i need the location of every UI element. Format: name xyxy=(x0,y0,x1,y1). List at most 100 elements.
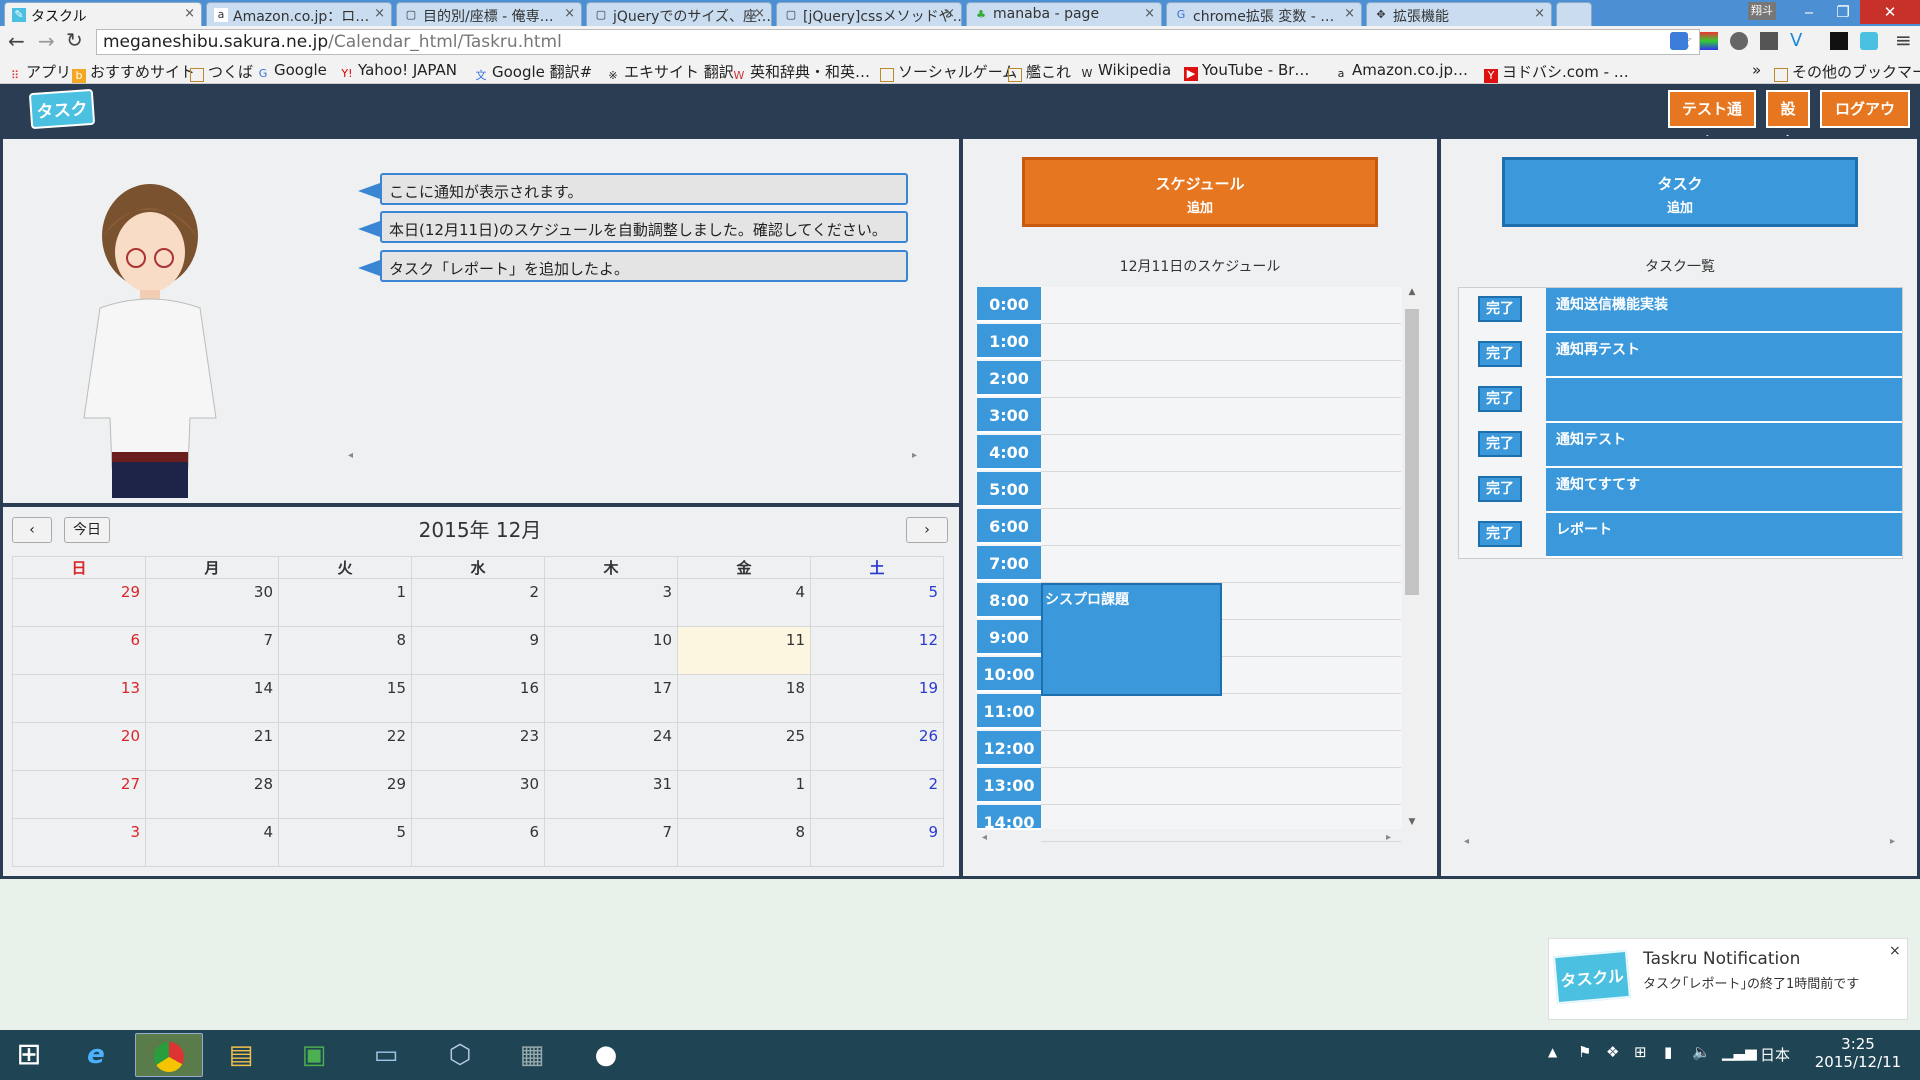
calendar-day-cell[interactable]: 4 xyxy=(677,578,811,627)
menu-icon[interactable]: ≡ xyxy=(1895,28,1912,52)
gamepad-extension-icon[interactable] xyxy=(1730,32,1748,50)
tab-jquery-size[interactable]: ▢ jQueryでのサイズ、座… × xyxy=(586,2,772,26)
logout-button[interactable]: ログアウト xyxy=(1820,90,1910,152)
calendar-day-cell[interactable]: 9 xyxy=(411,626,545,675)
bookmark-apps[interactable]: ⠿ アプリ xyxy=(8,61,71,83)
calendar-day-cell[interactable]: 7 xyxy=(544,818,678,867)
calendar-day-cell[interactable]: 7 xyxy=(145,626,279,675)
close-window-icon[interactable]: ✕ xyxy=(1860,0,1920,24)
calendar-prev-button[interactable]: ‹ xyxy=(12,517,52,543)
calendar-day-cell[interactable]: 2 xyxy=(411,578,545,627)
task-complete-button[interactable]: 完了 xyxy=(1478,296,1522,322)
calendar-day-cell[interactable]: 19 xyxy=(810,674,944,723)
tab-manaba[interactable]: ♣ manaba - page × xyxy=(966,2,1162,26)
bookmark-weblio[interactable]: W 英和辞典・和英… xyxy=(732,61,870,83)
calendar-day-cell[interactable]: 10 xyxy=(544,626,678,675)
schedule-scrollbar[interactable]: ▲ ▼ xyxy=(1403,287,1421,829)
tab-amazon[interactable]: a Amazon.co.jp：ロ… × xyxy=(206,2,392,26)
ime-indicator[interactable]: 日本 xyxy=(1760,1044,1790,1065)
task-complete-button[interactable]: 完了 xyxy=(1478,386,1522,412)
bookmark-google-translate[interactable]: 文 Google 翻訳# xyxy=(474,61,593,83)
calendar-day-cell[interactable]: 11 xyxy=(677,626,811,675)
black-extension-icon[interactable] xyxy=(1830,32,1848,50)
other-bookmarks[interactable]: その他のブックマーク xyxy=(1774,61,1920,82)
chrome-icon[interactable] xyxy=(135,1033,203,1077)
calendar-day-cell[interactable]: 6 xyxy=(411,818,545,867)
calendar-day-cell[interactable]: 29 xyxy=(12,578,146,627)
toast-close-icon[interactable]: × xyxy=(1889,943,1901,959)
reload-icon[interactable]: ↻ xyxy=(66,28,83,52)
flag-icon[interactable]: ⚑ xyxy=(1578,1043,1591,1061)
dropbox-icon[interactable]: ❖ xyxy=(1606,1043,1619,1061)
bookmark-amazon[interactable]: a Amazon.co.jp… xyxy=(1334,61,1468,81)
calendar-day-cell[interactable]: 4 xyxy=(145,818,279,867)
network-tool-icon[interactable]: ▦ xyxy=(498,1033,566,1077)
tab-jquery-css[interactable]: ▢ [jQuery]cssメソッドや… × xyxy=(776,2,962,26)
scrollbar-thumb[interactable] xyxy=(1405,309,1419,595)
bookmark-yodobashi[interactable]: Y ヨドバシ.com - … xyxy=(1484,61,1629,83)
volume-icon[interactable]: 🔈 xyxy=(1692,1043,1711,1061)
back-icon[interactable]: ← xyxy=(8,29,25,53)
calendar-day-cell[interactable]: 30 xyxy=(145,578,279,627)
scroll-left-icon[interactable]: ◂ xyxy=(1464,836,1469,847)
calendar-day-cell[interactable]: 15 xyxy=(278,674,412,723)
add-task-button[interactable]: タスク 追加 xyxy=(1502,157,1858,227)
address-bar[interactable]: meganeshibu.sakura.ne.jp/Calendar_html/T… xyxy=(96,29,1700,55)
calendar-day-cell[interactable]: 8 xyxy=(278,626,412,675)
github-icon[interactable]: ● xyxy=(572,1033,640,1077)
camera-extension-icon[interactable] xyxy=(1670,32,1688,50)
task-name[interactable]: 通知テスト xyxy=(1546,423,1902,468)
calendar-day-cell[interactable]: 22 xyxy=(278,722,412,771)
task-name[interactable] xyxy=(1546,378,1902,423)
bookmark-kancolle[interactable]: 艦これ xyxy=(1008,61,1071,82)
scroll-right-icon[interactable]: ▸ xyxy=(1386,832,1391,843)
scroll-right-icon[interactable]: ▸ xyxy=(1890,836,1895,847)
vue-extension-icon[interactable]: V xyxy=(1790,30,1802,51)
calendar-day-cell[interactable]: 6 xyxy=(12,626,146,675)
calendar-day-cell[interactable]: 1 xyxy=(677,770,811,819)
windows-tray-icon[interactable]: ⊞ xyxy=(1634,1043,1647,1061)
calendar-day-cell[interactable]: 17 xyxy=(544,674,678,723)
task-complete-button[interactable]: 完了 xyxy=(1478,521,1522,547)
calendar-day-cell[interactable]: 9 xyxy=(810,818,944,867)
calendar-day-cell[interactable]: 29 xyxy=(278,770,412,819)
task-name[interactable]: レポート xyxy=(1546,513,1902,558)
calendar-day-cell[interactable]: 1 xyxy=(278,578,412,627)
taskru-extension-icon[interactable] xyxy=(1860,32,1878,50)
close-tab-icon[interactable]: × xyxy=(1344,6,1355,21)
tab-taskru[interactable]: ✎ タスクル × xyxy=(4,2,202,26)
bookmark-youtube[interactable]: ▶ YouTube - Br… xyxy=(1184,61,1309,81)
bookmark-social-games[interactable]: ソーシャルゲーム xyxy=(880,61,1017,82)
bookmark-yahoo[interactable]: Y! Yahoo! JAPAN xyxy=(340,61,457,81)
schedule-event[interactable]: シスプロ課題 xyxy=(1041,583,1222,696)
close-tab-icon[interactable]: × xyxy=(1144,6,1155,21)
battery-icon[interactable]: ▮ xyxy=(1664,1043,1672,1061)
internet-explorer-icon[interactable]: e xyxy=(62,1033,130,1077)
calendar-day-cell[interactable]: 18 xyxy=(677,674,811,723)
calendar-day-cell[interactable]: 27 xyxy=(12,770,146,819)
close-tab-icon[interactable]: × xyxy=(1534,6,1545,21)
close-tab-icon[interactable]: × xyxy=(944,6,955,21)
store-icon[interactable]: ▣ xyxy=(280,1033,348,1077)
calendar-day-cell[interactable]: 24 xyxy=(544,722,678,771)
tab-chrome-ext[interactable]: G chrome拡張 変数 - … × xyxy=(1166,2,1362,26)
calendar-day-cell[interactable]: 8 xyxy=(677,818,811,867)
bookmark-excite[interactable]: ※ エキサイト 翻訳 xyxy=(606,61,733,83)
remote-desktop-icon[interactable]: ▭ xyxy=(352,1033,420,1077)
start-icon[interactable]: ⊞ xyxy=(0,1033,58,1077)
close-tab-icon[interactable]: × xyxy=(754,6,765,21)
calendar-day-cell[interactable]: 12 xyxy=(810,626,944,675)
bookmark-tsukuba[interactable]: つくば xyxy=(190,61,253,82)
tab-extensions[interactable]: ✥ 拡張機能 × xyxy=(1366,2,1552,26)
profile-badge[interactable]: 翔斗 xyxy=(1748,2,1776,20)
calendar-day-cell[interactable]: 31 xyxy=(544,770,678,819)
calendar-day-cell[interactable]: 3 xyxy=(544,578,678,627)
calendar-day-cell[interactable]: 25 xyxy=(677,722,811,771)
tab-coordinates[interactable]: ▢ 目的別/座標 - 俺専… × xyxy=(396,2,582,26)
calendar-day-cell[interactable]: 14 xyxy=(145,674,279,723)
settings-button[interactable]: 設定 xyxy=(1766,90,1810,152)
task-complete-button[interactable]: 完了 xyxy=(1478,431,1522,457)
task-name[interactable]: 通知再テスト xyxy=(1546,333,1902,378)
task-complete-button[interactable]: 完了 xyxy=(1478,341,1522,367)
restore-icon[interactable]: ❐ xyxy=(1826,0,1860,24)
